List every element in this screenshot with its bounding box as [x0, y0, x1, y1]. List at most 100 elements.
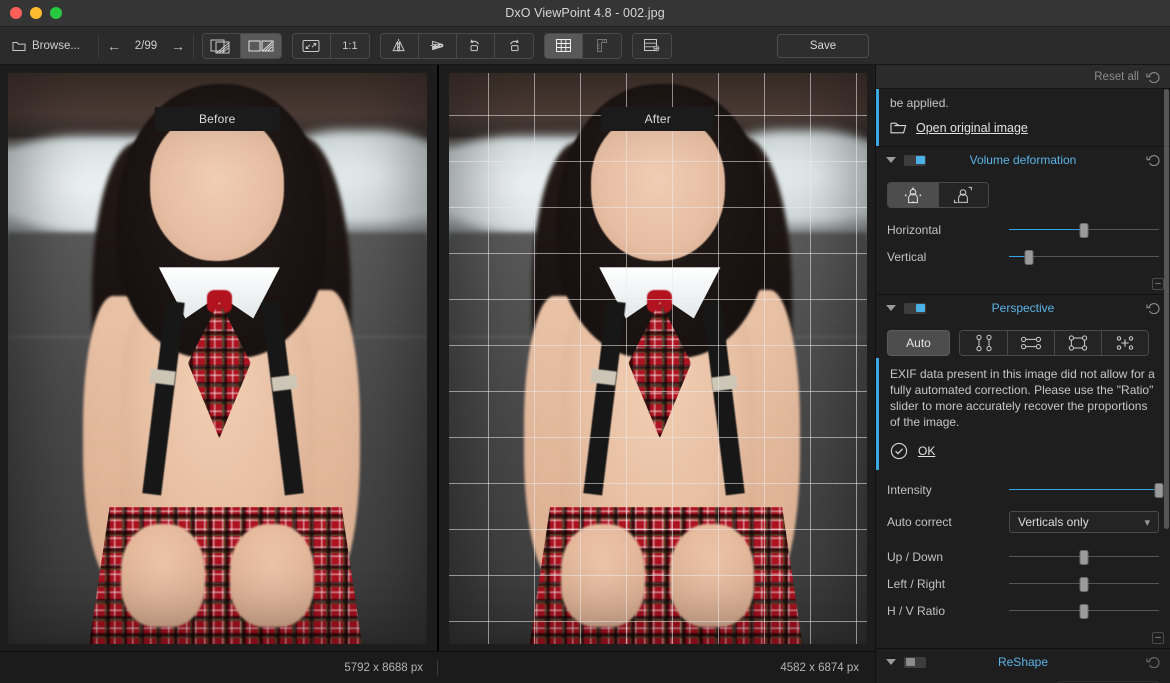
reset-all-label[interactable]: Reset all [1094, 71, 1139, 83]
rotate-right-button[interactable] [494, 33, 533, 58]
intensity-slider-row: Intensity [887, 476, 1164, 503]
next-image-button[interactable]: → [171, 39, 185, 53]
auto-correct-select[interactable]: Verticals only ▾ [1009, 511, 1159, 533]
section-perspective: Perspective Auto EXIF data present in th… [876, 295, 1170, 649]
before-image[interactable]: Before [8, 73, 427, 644]
volume-collapse-button[interactable]: – [1152, 278, 1164, 290]
browse-label: Browse... [32, 39, 80, 52]
zoom-button[interactable] [50, 7, 62, 19]
before-pane[interactable]: Before [0, 65, 437, 651]
perspective-ok-label: OK [918, 444, 936, 458]
after-dimensions: 4582 x 6874 px [780, 661, 859, 674]
app-window: DxO ViewPoint 4.8 - 002.jpg Browse... ← … [0, 0, 1170, 683]
save-button[interactable]: Save [777, 34, 869, 58]
left-right-slider[interactable] [1009, 576, 1159, 592]
main-toolbar: Browse... ← 2/99 → 1:1 Save [0, 27, 1170, 65]
image-counter: 2/99 [134, 39, 158, 52]
flip-horizontal-button[interactable] [380, 33, 419, 58]
transform-group [379, 32, 534, 59]
perspective-tools-body: Auto [876, 321, 1170, 358]
zoom-ratio-button[interactable]: 1:1 [330, 33, 369, 58]
rotate-left-button[interactable] [456, 33, 495, 58]
perspective-auto-label: Auto [906, 336, 931, 350]
section-volume-deformation: Volume deformation Horizontal Vertical – [876, 147, 1170, 295]
perspective-notice: EXIF data present in this image did not … [876, 358, 1170, 470]
before-dimensions: 5792 x 8688 px [344, 661, 423, 674]
perspective-notice-ok[interactable]: OK [890, 442, 1158, 460]
browse-button[interactable]: Browse... [8, 36, 90, 56]
vertical-slider-row: Vertical [887, 243, 1159, 270]
horizontal-slider-row: Horizontal [887, 216, 1159, 243]
chevron-down-icon[interactable] [886, 157, 896, 163]
intensity-slider[interactable] [1009, 482, 1164, 498]
notice-body: be applied. Open original image [879, 89, 1040, 146]
perspective-notice-text: EXIF data present in this image did not … [890, 367, 1155, 429]
reshape-reset-icon[interactable] [1146, 656, 1160, 668]
reset-all-icon[interactable] [1146, 71, 1160, 83]
check-circle-icon [890, 442, 908, 460]
previous-image-button[interactable]: ← [107, 39, 121, 53]
perspective-collapse-button[interactable]: – [1152, 632, 1164, 644]
volume-deformation-toggle[interactable] [904, 154, 926, 166]
after-pane[interactable]: After [439, 65, 876, 651]
volume-deformation-header[interactable]: Volume deformation [876, 147, 1170, 173]
panel-scroll-area[interactable]: be applied. Open original image Volume d… [876, 89, 1170, 683]
title-bar: DxO ViewPoint 4.8 - 002.jpg [0, 0, 1170, 27]
open-folder-icon [890, 121, 907, 135]
compare-panes: Before After [0, 65, 875, 651]
overlay-compare-button[interactable] [202, 33, 241, 58]
perspective-notice-body: EXIF data present in this image did not … [879, 358, 1170, 470]
ruler-overlay-button[interactable] [582, 33, 621, 58]
vertical-slider-label: Vertical [887, 249, 927, 264]
zoom-group: 1:1 [291, 32, 370, 59]
minimize-button[interactable] [30, 7, 42, 19]
reshape-header[interactable]: ReShape [876, 649, 1170, 675]
perspective-header[interactable]: Perspective [876, 295, 1170, 321]
viewer-status-bar: 5792 x 8688 px 4582 x 6874 px [0, 651, 875, 683]
guides-group [543, 32, 622, 59]
up-down-slider[interactable] [1009, 549, 1159, 565]
image-viewer: Before After 5792 x 8688 px 4582 x 6874 … [0, 65, 875, 683]
fit-to-screen-button[interactable] [292, 33, 331, 58]
chevron-down-icon[interactable] [886, 659, 896, 665]
after-image[interactable]: After [448, 73, 868, 644]
section-reshape: ReShape Grid [876, 649, 1170, 683]
volume-deformation-reset-icon[interactable] [1146, 154, 1160, 166]
close-button[interactable] [10, 7, 22, 19]
view-mode-group [201, 32, 282, 59]
volume-mode-partial-button[interactable] [937, 183, 988, 207]
perspective-controls-body: Intensity Auto correct Verticals only ▾ [876, 470, 1170, 648]
notice-text-tail: be applied. [890, 96, 949, 110]
hv-ratio-slider-label: H / V Ratio [887, 603, 946, 618]
intro-notice: be applied. Open original image [876, 89, 1170, 146]
corrections-panel: Reset all be applied. Open original imag… [875, 65, 1170, 683]
up-down-slider-label: Up / Down [887, 549, 944, 564]
grid-overlay-button[interactable] [544, 33, 583, 58]
open-original-image-link[interactable]: Open original image [890, 120, 1028, 136]
auto-correct-label: Auto correct [887, 515, 952, 529]
chevron-down-icon[interactable] [886, 305, 896, 311]
auto-correct-value: Verticals only [1018, 515, 1089, 529]
side-by-side-compare-button[interactable] [240, 33, 281, 58]
perspective-toggle[interactable] [904, 302, 926, 314]
flip-vertical-button[interactable] [418, 33, 457, 58]
app-body: Before After 5792 x 8688 px 4582 x 6874 … [0, 65, 1170, 683]
perspective-auto-button[interactable]: Auto [887, 330, 950, 356]
perspective-horizontal-lines-tool-button[interactable] [1007, 331, 1054, 355]
horizontal-slider[interactable] [1009, 222, 1159, 238]
photo-vignette [449, 73, 868, 644]
hv-ratio-slider[interactable] [1009, 603, 1159, 619]
window-controls [0, 7, 62, 19]
perspective-eight-points-tool-button[interactable] [1101, 331, 1148, 355]
panel-scrollbar[interactable] [1164, 89, 1169, 529]
perspective-rectangle-tool-button[interactable] [1054, 331, 1101, 355]
volume-mode-full-button[interactable] [888, 183, 938, 207]
perspective-vertical-lines-tool-button[interactable] [960, 331, 1007, 355]
before-label: Before [154, 107, 280, 131]
left-right-slider-row: Left / Right [887, 570, 1159, 597]
folder-icon [12, 40, 26, 52]
vertical-slider[interactable] [1009, 249, 1159, 265]
miniature-effect-button[interactable] [632, 33, 671, 58]
perspective-reset-icon[interactable] [1146, 302, 1160, 314]
reshape-toggle[interactable] [904, 656, 926, 668]
